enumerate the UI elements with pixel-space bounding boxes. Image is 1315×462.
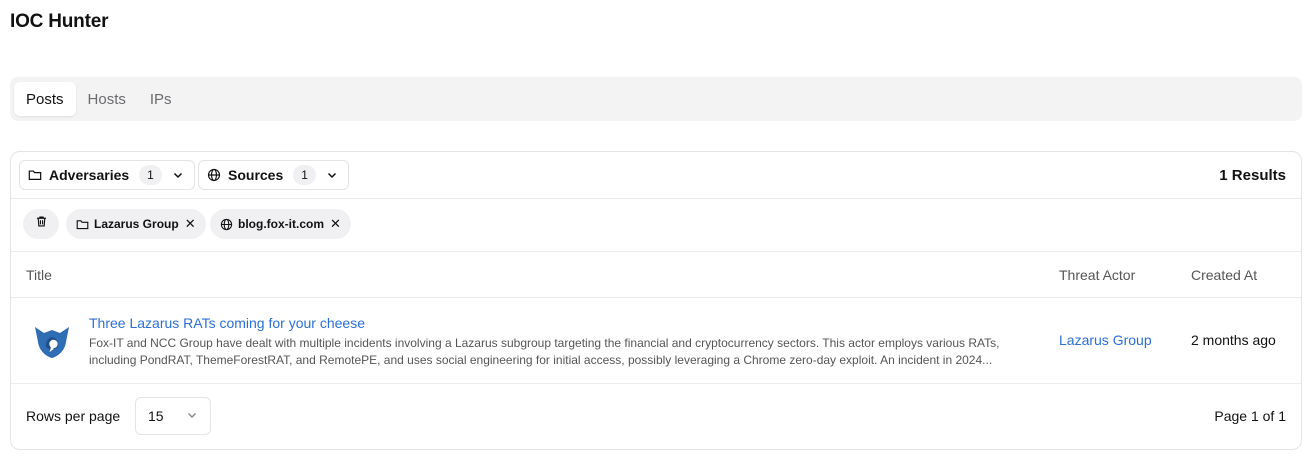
results-count: 1 Results bbox=[1219, 167, 1286, 184]
clear-filters-button[interactable] bbox=[23, 209, 59, 239]
close-icon[interactable]: ✕ bbox=[330, 216, 341, 232]
trash-icon bbox=[35, 215, 48, 233]
rows-per-page-label: Rows per page bbox=[26, 408, 121, 424]
filter-chip-label: blog.fox-it.com bbox=[238, 217, 324, 231]
chevron-down-icon bbox=[172, 169, 184, 181]
sources-count-badge: 1 bbox=[293, 165, 316, 185]
chevron-down-icon bbox=[186, 408, 198, 424]
globe-icon bbox=[220, 218, 233, 231]
sources-filter-button[interactable]: Sources 1 bbox=[198, 160, 349, 190]
rows-per-page-select[interactable]: 15 bbox=[135, 397, 211, 435]
tab-bar: Posts Hosts IPs bbox=[10, 77, 1302, 121]
tab-hosts[interactable]: Hosts bbox=[76, 82, 138, 116]
active-filters-row: Lazarus Group ✕ blog.fox-it.com ✕ bbox=[11, 199, 1301, 252]
filter-chip-label: Lazarus Group bbox=[94, 217, 179, 231]
app-title: IOC Hunter bbox=[10, 11, 109, 32]
filter-chip-source[interactable]: blog.fox-it.com ✕ bbox=[210, 209, 351, 239]
created-at-value: 2 months ago bbox=[1191, 332, 1276, 348]
tab-ips[interactable]: IPs bbox=[138, 82, 184, 116]
pagination-footer: Rows per page 15 Page 1 of 1 bbox=[11, 384, 1301, 449]
filters-toolbar: Adversaries 1 Sources 1 1 Results bbox=[11, 152, 1301, 199]
tab-posts[interactable]: Posts bbox=[14, 82, 76, 116]
threat-actor-link[interactable]: Lazarus Group bbox=[1059, 332, 1152, 348]
adversaries-count-badge: 1 bbox=[139, 165, 162, 185]
fox-it-logo-icon bbox=[31, 320, 73, 362]
close-icon[interactable]: ✕ bbox=[185, 216, 196, 232]
post-description: Fox-IT and NCC Group have dealt with mul… bbox=[89, 336, 1000, 367]
table-header: Title Threat Actor Created At bbox=[11, 252, 1301, 298]
post-title-link[interactable]: Three Lazarus RATs coming for your chees… bbox=[89, 315, 365, 331]
posts-card: Adversaries 1 Sources 1 1 Results Lazaru… bbox=[10, 151, 1302, 450]
chevron-down-icon bbox=[326, 169, 338, 181]
folder-icon bbox=[76, 218, 89, 231]
column-header-created-at[interactable]: Created At bbox=[1191, 267, 1257, 283]
column-header-threat-actor[interactable]: Threat Actor bbox=[1059, 267, 1135, 283]
sources-filter-label: Sources bbox=[228, 167, 284, 183]
table-row: Three Lazarus RATs coming for your chees… bbox=[11, 298, 1301, 384]
adversaries-filter-label: Adversaries bbox=[49, 167, 130, 183]
globe-icon bbox=[207, 168, 221, 182]
adversaries-filter-button[interactable]: Adversaries 1 bbox=[19, 160, 195, 190]
page-info: Page 1 of 1 bbox=[1214, 408, 1286, 424]
folder-icon bbox=[28, 168, 42, 182]
rows-per-page-value: 15 bbox=[148, 408, 164, 424]
column-header-title[interactable]: Title bbox=[26, 267, 52, 283]
filter-chip-adversary[interactable]: Lazarus Group ✕ bbox=[66, 209, 206, 239]
